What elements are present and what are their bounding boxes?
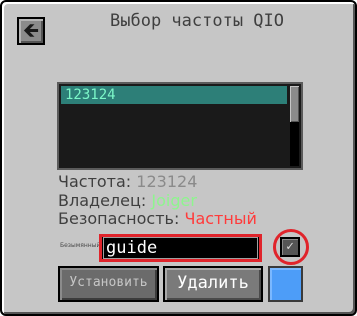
page-title: Выбор частоты QIO (110, 11, 284, 31)
checkmark-icon: ✓ (286, 239, 294, 254)
frequency-list-item[interactable]: 123124 (61, 86, 287, 104)
owner-value: Joiger (151, 191, 197, 210)
owner-info: Владелец: Joiger (58, 191, 197, 210)
frequency-label: Частота: (58, 172, 132, 191)
qio-frequency-window: 🡸 Выбор частоты QIO 123124 Частота: 1231… (0, 0, 357, 316)
list-scrollbar[interactable] (290, 86, 299, 166)
arrow-left-icon: 🡸 (22, 18, 40, 42)
security-label: Безопасность: (58, 209, 180, 228)
frequency-info: Частота: 123124 (58, 172, 197, 191)
frequency-name-input[interactable] (99, 234, 262, 262)
security-info: Безопасность: Частный (58, 209, 257, 228)
back-button[interactable]: 🡸 (17, 17, 45, 45)
delete-button[interactable]: Удалить (163, 266, 263, 302)
public-toggle-checkbox[interactable]: ✓ (280, 237, 300, 257)
set-button[interactable]: Установить (58, 266, 159, 302)
name-field-label: Безымянный (60, 242, 101, 249)
frequency-value: 123124 (136, 172, 198, 191)
security-value: Частный (184, 209, 257, 228)
owner-label: Владелец: (58, 191, 147, 210)
color-select-button[interactable] (268, 266, 303, 302)
frequency-list[interactable]: 123124 (57, 82, 303, 170)
scrollbar-thumb[interactable] (290, 86, 299, 122)
